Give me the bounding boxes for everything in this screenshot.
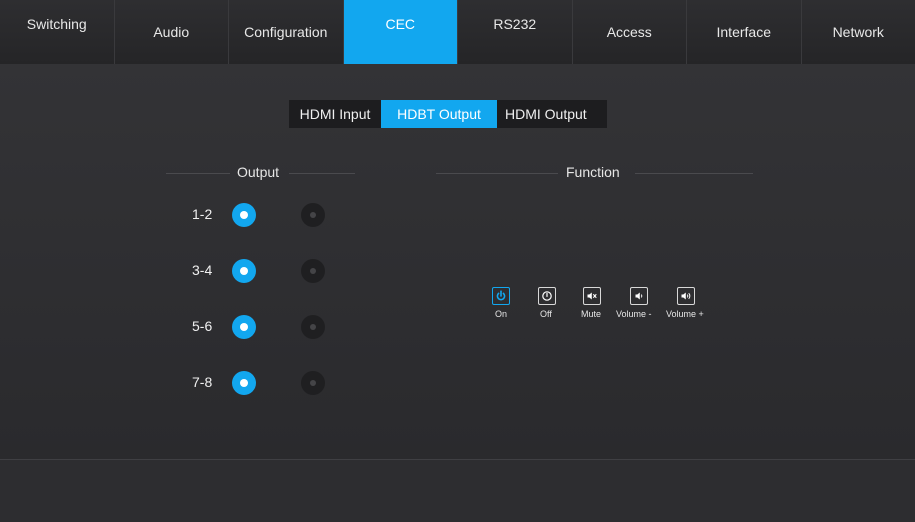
tab-network[interactable]: Network: [802, 0, 915, 64]
cec-volume-up-label: Volume +: [666, 309, 704, 319]
tab-label: Network: [833, 24, 884, 40]
cec-off-button[interactable]: [538, 287, 556, 305]
divider: [166, 173, 230, 174]
output-5-6-off-radio[interactable]: [301, 315, 325, 339]
tab-label: Configuration: [244, 24, 327, 40]
output-type-tabs: HDMI Input HDBT Output HDMI Output: [289, 100, 607, 128]
function-section-title: Function: [566, 164, 620, 180]
top-navigation: Switching Audio Configuration CEC RS232 …: [0, 0, 915, 64]
tab-label: Audio: [153, 24, 189, 40]
divider: [635, 173, 753, 174]
cec-on-label: On: [495, 309, 507, 319]
tab-label: Interface: [717, 24, 771, 40]
cec-off-label: Off: [540, 309, 552, 319]
cec-volume-up-button[interactable]: [677, 287, 695, 305]
tab-audio[interactable]: Audio: [115, 0, 230, 64]
tab-cec[interactable]: CEC: [344, 0, 459, 64]
tab-label: RS232: [493, 16, 536, 32]
subtab-hdbt-output[interactable]: HDBT Output: [381, 100, 497, 128]
divider: [436, 173, 558, 174]
divider: [289, 173, 355, 174]
bottom-bar: [0, 459, 915, 522]
power-off-icon: [541, 290, 553, 302]
output-row-label: 3-4: [192, 262, 212, 278]
output-row-label: 5-6: [192, 318, 212, 334]
output-section-title: Output: [237, 164, 279, 180]
volume-down-icon: [633, 290, 645, 302]
tab-label: CEC: [385, 16, 415, 32]
tab-configuration[interactable]: Configuration: [229, 0, 344, 64]
output-row-label: 1-2: [192, 206, 212, 222]
cec-volume-down-label: Volume -: [616, 309, 652, 319]
power-icon: [495, 290, 507, 302]
tab-switching[interactable]: Switching: [0, 0, 115, 64]
output-7-8-on-radio[interactable]: [232, 371, 256, 395]
cec-mute-button[interactable]: [583, 287, 601, 305]
subtab-hdmi-output[interactable]: HDMI Output: [497, 100, 607, 128]
tab-rs232[interactable]: RS232: [458, 0, 573, 64]
output-5-6-on-radio[interactable]: [232, 315, 256, 339]
cec-volume-down-button[interactable]: [630, 287, 648, 305]
tab-access[interactable]: Access: [573, 0, 688, 64]
output-1-2-off-radio[interactable]: [301, 203, 325, 227]
output-7-8-off-radio[interactable]: [301, 371, 325, 395]
volume-up-icon: [680, 290, 692, 302]
cec-mute-label: Mute: [581, 309, 601, 319]
output-1-2-on-radio[interactable]: [232, 203, 256, 227]
tab-interface[interactable]: Interface: [687, 0, 802, 64]
tab-label: Switching: [27, 16, 87, 32]
output-3-4-off-radio[interactable]: [301, 259, 325, 283]
tab-label: Access: [607, 24, 652, 40]
cec-on-button[interactable]: [492, 287, 510, 305]
mute-icon: [586, 290, 598, 302]
output-row-label: 7-8: [192, 374, 212, 390]
subtab-hdmi-input[interactable]: HDMI Input: [289, 100, 381, 128]
output-3-4-on-radio[interactable]: [232, 259, 256, 283]
